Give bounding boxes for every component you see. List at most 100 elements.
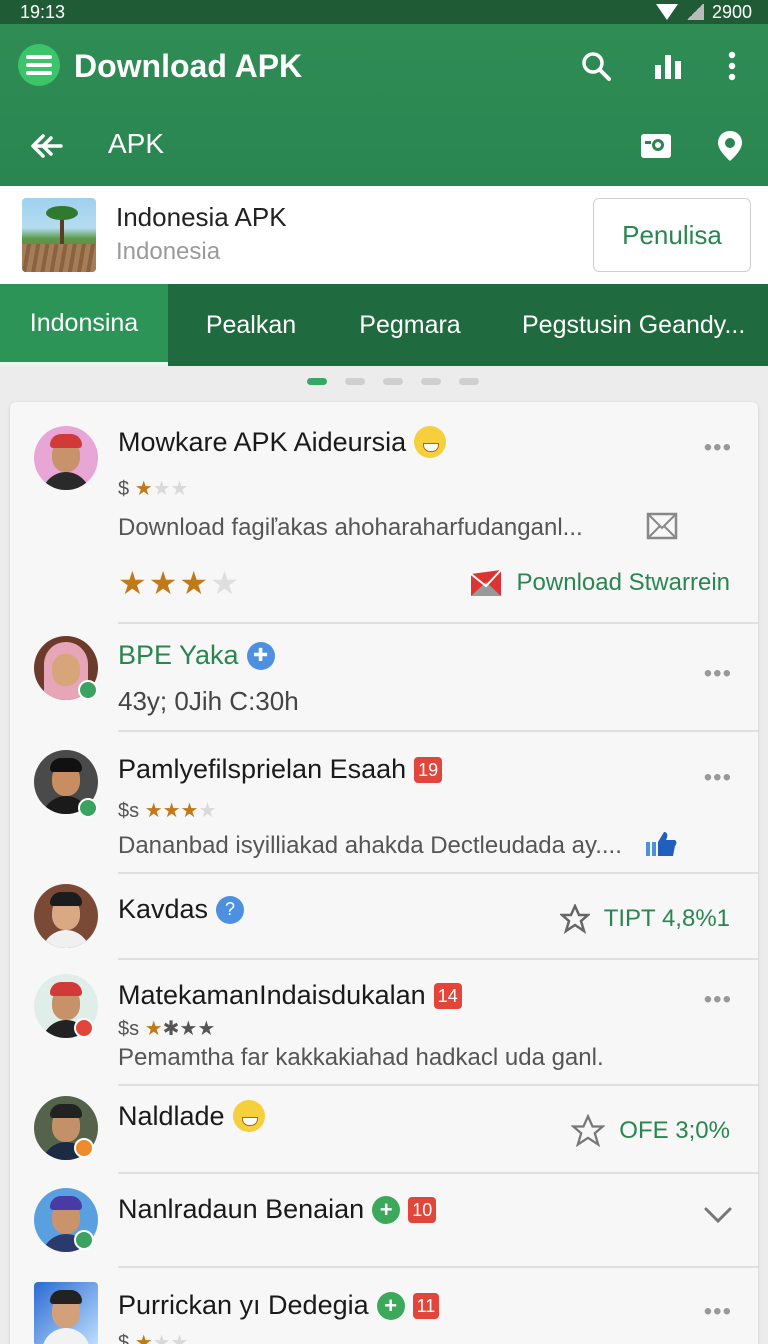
more-options-icon[interactable] (714, 48, 750, 84)
item-title: Mowkare APK Aideursia (118, 426, 447, 458)
app-title: Download APK (74, 48, 303, 84)
app-bar-top-row: Download APK (0, 24, 768, 108)
status-badge (74, 1018, 94, 1038)
plus-badge-icon: + (372, 1195, 401, 1224)
item-name: Purrickan yı Dedegia (118, 1290, 369, 1320)
battery-level: 2900 (711, 1, 752, 22)
status-bar: 19:13 2900 (0, 0, 768, 24)
tab-indonsina[interactable]: Indonsina (0, 284, 168, 366)
status-time: 19:13 (20, 1, 66, 22)
more-options-icon[interactable]: ••• (704, 764, 732, 792)
price-symbol: $s (118, 800, 140, 822)
verified-badge-icon: ✚ (246, 641, 275, 670)
header-thumbnail (22, 198, 96, 272)
download-link[interactable]: Pownload Stwarrein (469, 568, 730, 598)
item-title: BPE Yaka ✚ (118, 640, 275, 671)
page-dot (459, 378, 479, 385)
avatar (34, 884, 98, 948)
camera-icon[interactable] (638, 128, 674, 164)
tab-bar: Indonsina Pealkan Pegmara Pegstusin Gean… (0, 284, 768, 366)
item-title: Purrickan yı Dedegia + 11 (118, 1290, 440, 1321)
count-badge: 19 (414, 756, 443, 783)
list-item[interactable]: Purrickan yı Dedegia + 11 $ ★★★ ••• (10, 1268, 758, 1344)
signal-icon (685, 4, 704, 20)
star-rating: $ ★★★ (118, 478, 189, 500)
online-status-badge (78, 798, 98, 818)
stats-icon[interactable] (650, 48, 686, 84)
download-link-label: Pownload Stwarrein (516, 569, 730, 596)
rating-action-label: OFE 3;0% (619, 1117, 730, 1144)
price-symbol: $ (118, 478, 130, 500)
list-item[interactable]: BPE Yaka ✚ 43y; 0Jih C:30h ••• (10, 624, 758, 732)
list-item[interactable]: Pamlyefilsprielan Esaah 19 $s ★★★★ Danan… (10, 732, 758, 874)
avatar (34, 1282, 98, 1344)
tab-pegstusin[interactable]: Pegstusin Geandy... (486, 284, 768, 366)
header-title: Indonesia APK (116, 202, 287, 232)
item-title: MatekamanIndaisdukalan 14 (118, 980, 462, 1011)
wifi-icon (655, 4, 678, 20)
item-description: Dananbad isyilliakad ahakda Dectleudada … (118, 832, 622, 859)
online-status-badge (74, 1230, 94, 1250)
item-meta: 43y; 0Jih C:30h (118, 686, 299, 716)
rating-stars: ★★★★ (118, 565, 241, 601)
item-title: Naldlade (118, 1100, 265, 1132)
more-options-icon[interactable]: ••• (704, 434, 732, 462)
grin-emoji-icon (414, 426, 447, 458)
star-rating: $s ★★★★ (118, 800, 217, 822)
list-item[interactable]: MatekamanIndaisdukalan 14 $s ★✱★★ Pemamt… (10, 960, 758, 1086)
rating-action[interactable]: OFE 3;0% (571, 1114, 730, 1148)
star-rating: $ ★★★ (118, 1330, 188, 1344)
item-title: Nanlradaun Benaian + 10 (118, 1194, 437, 1225)
count-badge: 14 (433, 982, 462, 1009)
online-status-badge (78, 680, 98, 700)
count-badge: 10 (408, 1196, 437, 1223)
help-badge-icon: ? (216, 895, 245, 924)
more-options-icon[interactable]: ••• (704, 660, 732, 688)
item-name: MatekamanIndaisdukalan (118, 980, 426, 1010)
rating-action[interactable]: TIPT 4,8%1 (559, 904, 730, 934)
chevron-down-icon[interactable] (704, 1206, 732, 1229)
app-bar: Download APK APK (0, 24, 768, 186)
avatar (34, 426, 98, 490)
search-icon[interactable] (578, 48, 614, 84)
list-item[interactable]: Nanlradaun Benaian + 10 (10, 1174, 758, 1268)
tab-pegmara[interactable]: Pegmara (334, 284, 486, 366)
list-item[interactable]: Kavdas ? TIPT 4,8%1 (10, 874, 758, 960)
more-options-icon[interactable]: ••• (704, 986, 732, 1014)
header-subtitle: Indonesia (116, 238, 221, 265)
page-dot (383, 378, 403, 385)
star-outline-icon (571, 1114, 606, 1148)
status-indicators: 2900 (655, 1, 752, 23)
back-arrow-icon[interactable] (28, 128, 64, 164)
list-item[interactable]: Naldlade OFE 3;0% (10, 1086, 758, 1174)
item-name: Pamlyefilsprielan Esaah (118, 754, 407, 784)
app-bar-bottom-row: APK (0, 108, 768, 186)
more-options-icon[interactable]: ••• (704, 1298, 732, 1326)
app-list: Mowkare APK Aideursia $ ★★★ Download fag… (10, 402, 758, 1344)
penulisa-button[interactable]: Penulisa (593, 198, 751, 272)
item-title: Kavdas ? (118, 894, 245, 925)
header-card: Indonesia APK Indonesia Penulisa (0, 186, 768, 284)
page-subtitle: APK (108, 128, 165, 159)
item-name: Kavdas (118, 894, 209, 924)
item-description: Pemamtha far kakkakiahad hadkacl uda gan… (118, 1044, 604, 1071)
item-name: Naldlade (118, 1100, 225, 1131)
count-badge: 11 (412, 1292, 440, 1319)
location-pin-icon[interactable] (712, 128, 748, 164)
status-badge (74, 1138, 94, 1158)
page-dot (307, 378, 327, 385)
mail-icon[interactable] (646, 512, 678, 545)
app-logo-icon (18, 44, 60, 86)
tab-pealkan[interactable]: Pealkan (168, 284, 334, 366)
rating-action-label: TIPT 4,8%1 (603, 905, 730, 932)
item-title: Pamlyefilsprielan Esaah 19 (118, 754, 443, 785)
plus-badge-icon: + (376, 1291, 405, 1320)
star-outline-icon (559, 904, 590, 934)
item-name: Nanlradaun Benaian (118, 1194, 365, 1224)
thumbs-up-icon[interactable] (644, 830, 678, 863)
list-item[interactable]: Mowkare APK Aideursia $ ★★★ Download fag… (10, 402, 758, 624)
item-name: BPE Yaka (118, 640, 239, 670)
item-description: Download fagiľakas ahoharaharfudanganl..… (118, 514, 583, 541)
page-dot (421, 378, 441, 385)
price-symbol: $s (118, 1018, 140, 1040)
